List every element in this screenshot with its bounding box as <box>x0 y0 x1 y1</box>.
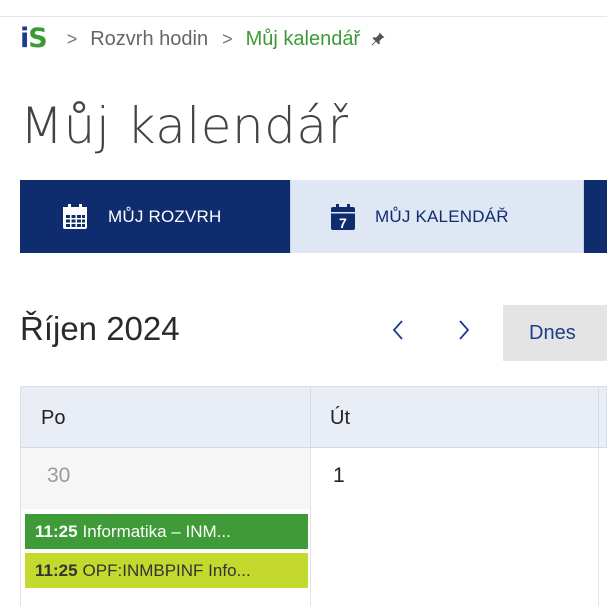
chevron-right-icon <box>459 320 470 340</box>
date-number-1: 1 <box>333 464 345 487</box>
day-cell-1[interactable] <box>311 448 607 509</box>
event-time: 11:25 <box>35 560 78 580</box>
tab-muj-kalendar[interactable]: 7 MŮJ KALENDÁŘ <box>290 180 584 253</box>
calendar-event-opf-inmbpinf[interactable]: 11:25 OPF:INMBPINF Info... <box>25 553 308 588</box>
breadcrumb-separator: > <box>222 28 233 49</box>
event-title: OPF:INMBPINF Info... <box>82 560 251 580</box>
event-time: 11:25 <box>35 521 78 541</box>
calendar-week-row: 30 1 11:25 Informatika – INM... 11:25 OPF:… <box>20 448 607 606</box>
pin-icon[interactable] <box>370 31 386 47</box>
top-divider <box>0 16 607 17</box>
breadcrumb-muj-kalendar: Můj kalendář <box>245 27 361 50</box>
date-number-30: 30 <box>47 464 71 487</box>
page-title: Můj kalendář <box>20 97 349 155</box>
tab-bar: MŮJ ROZVRH 7 MŮJ KALENDÁŘ <box>20 180 607 253</box>
calendar-header: Po Út <box>20 386 607 448</box>
day-header-monday: Po <box>41 406 66 429</box>
is-logo[interactable]: iS <box>20 23 48 54</box>
column-divider <box>598 387 599 448</box>
svg-text:7: 7 <box>339 215 347 231</box>
today-button[interactable]: Dnes <box>503 305 607 361</box>
breadcrumb: iS > Rozvrh hodin > Můj kalendář <box>20 22 386 56</box>
month-title: Říjen 2024 <box>20 310 180 347</box>
breadcrumb-rozvrh-hodin[interactable]: Rozvrh hodin <box>90 28 208 51</box>
chevron-left-icon <box>392 320 403 340</box>
column-divider <box>598 448 599 606</box>
event-title: Informatika – INM... <box>82 521 231 541</box>
tab-muj-kalendar-label: MŮJ KALENDÁŘ <box>375 206 509 226</box>
calendar-grid: Po Út 30 1 11:25 Informatika – INM... 11:… <box>20 386 607 606</box>
calendar-grid-icon <box>63 203 87 229</box>
tab-muj-rozvrh[interactable]: MŮJ ROZVRH <box>20 180 290 253</box>
calendar-day-icon: 7 <box>331 203 355 231</box>
column-divider <box>310 387 311 448</box>
logo-letter-s: S <box>28 23 47 54</box>
tab-muj-rozvrh-label: MŮJ ROZVRH <box>108 206 222 226</box>
previous-month-button[interactable] <box>382 312 414 348</box>
calendar-event-informatika[interactable]: 11:25 Informatika – INM... <box>25 514 308 549</box>
next-month-button[interactable] <box>448 312 480 348</box>
day-header-tuesday: Út <box>330 406 350 429</box>
breadcrumb-separator: > <box>66 28 78 49</box>
column-divider <box>310 448 311 606</box>
